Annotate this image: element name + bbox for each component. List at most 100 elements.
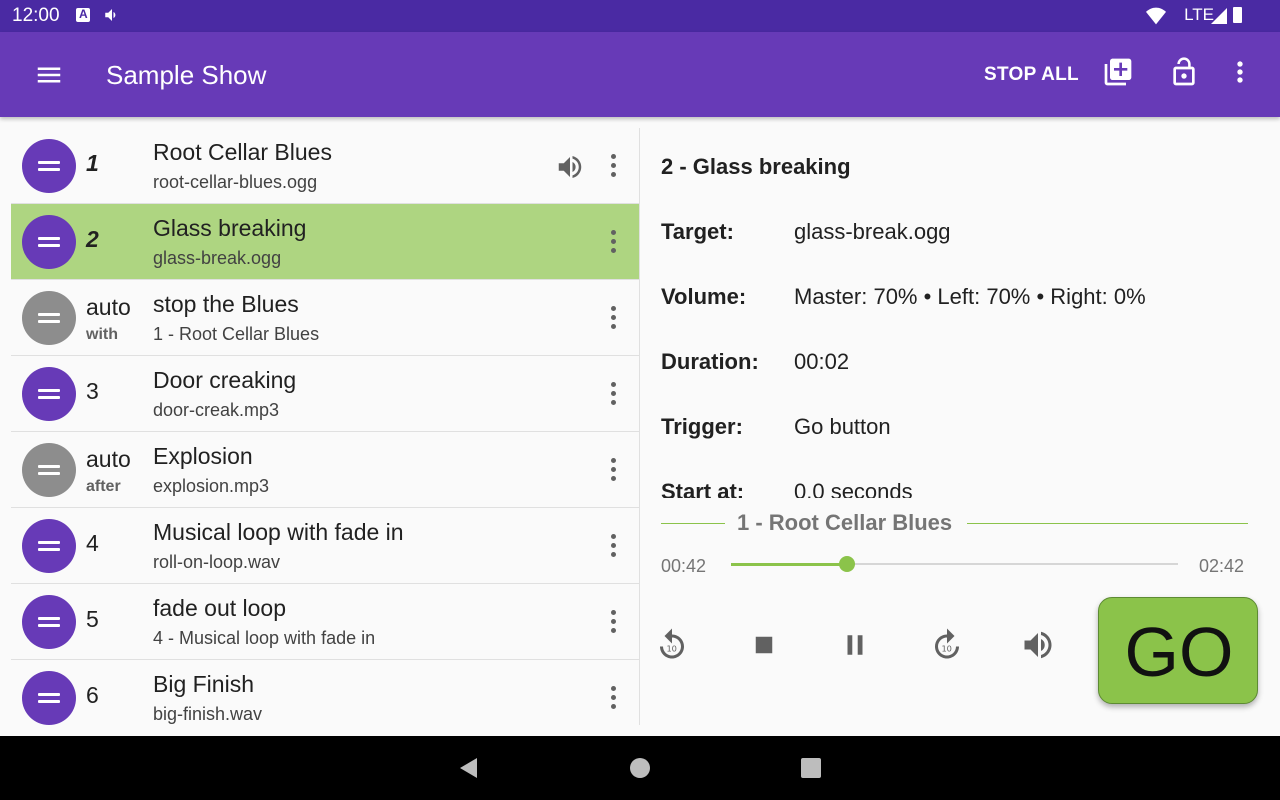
details-key: Trigger: [661, 414, 743, 439]
drag-handle-icon[interactable] [22, 291, 76, 345]
status-time: 12:00 [12, 5, 60, 26]
cue-file: big-finish.wav [153, 704, 263, 724]
drag-handle-icon[interactable] [22, 443, 76, 497]
unlocked-lock-icon[interactable] [1168, 56, 1204, 92]
cue-auto-mode: with [86, 326, 118, 343]
svg-text:10: 10 [941, 643, 952, 653]
details-key: Volume: [661, 284, 747, 309]
go-button[interactable]: GO [1098, 597, 1258, 704]
playing-volume-icon [558, 156, 582, 178]
cue-name: Door creaking [153, 367, 297, 393]
now-playing-header: 1 - Root Cellar Blues [661, 508, 1248, 538]
battery-icon [1233, 7, 1242, 23]
cue-row[interactable]: 3 Door creaking door-creak.mp3 [11, 356, 639, 432]
cue-menu-icon[interactable] [603, 606, 623, 638]
drag-handle-icon[interactable] [22, 519, 76, 573]
system-nav-bar [0, 736, 1280, 800]
cue-file: 4 - Musical loop with fade in [153, 628, 376, 648]
cue-row[interactable]: 4 Musical loop with fade in roll-on-loop… [11, 508, 639, 584]
cue-auto-label: auto [86, 446, 131, 472]
app-bar: Sample Show STOP ALL [0, 32, 1280, 117]
stop-all-button[interactable]: STOP ALL [984, 64, 1079, 86]
cue-number: 2 [86, 226, 99, 252]
cue-menu-icon[interactable] [603, 378, 623, 410]
pane-divider [639, 128, 640, 725]
cue-menu-icon[interactable] [603, 226, 623, 258]
recents-icon[interactable] [799, 756, 823, 780]
cue-auto-mode: after [86, 478, 121, 495]
drag-handle-icon[interactable] [22, 671, 76, 725]
cue-menu-icon[interactable] [603, 530, 623, 562]
cue-row[interactable]: 1 Root Cellar Blues root-cellar-blues.og… [11, 128, 639, 204]
seek-slider[interactable] [731, 556, 1178, 572]
cue-number: 5 [86, 606, 99, 632]
total-time: 02:42 [1199, 556, 1245, 576]
back-icon[interactable] [457, 756, 481, 780]
accessibility-notification-icon [76, 7, 90, 22]
volume-notification-icon [105, 9, 116, 21]
cue-menu-icon[interactable] [603, 454, 623, 486]
cue-number: 1 [86, 150, 99, 176]
cue-file: roll-on-loop.wav [153, 552, 281, 572]
cue-file: root-cellar-blues.ogg [153, 172, 318, 192]
cue-menu-icon[interactable] [603, 302, 623, 334]
cue-row[interactable]: 6 Big Finish big-finish.wav [11, 660, 639, 725]
details-key: Duration: [661, 349, 759, 374]
cue-number: 3 [86, 378, 99, 404]
seek-thumb[interactable] [839, 556, 855, 572]
cue-name: fade out loop [153, 595, 287, 621]
overflow-menu-icon[interactable] [1224, 56, 1260, 92]
drag-handle-icon[interactable] [22, 215, 76, 269]
stop-icon[interactable] [746, 627, 782, 663]
cue-auto-label: auto [86, 294, 131, 320]
details-key: Start at: [661, 479, 745, 498]
cue-name: stop the Blues [153, 291, 299, 317]
elapsed-time: 00:42 [661, 556, 707, 576]
cue-name: Explosion [153, 443, 253, 469]
cue-row[interactable]: auto with stop the Blues 1 - Root Cellar… [11, 280, 639, 356]
rewind-10-icon[interactable]: 10 [654, 627, 690, 663]
cue-number: 4 [86, 530, 99, 556]
cue-name: Root Cellar Blues [153, 139, 332, 165]
cue-row[interactable]: 2 Glass breaking glass-break.ogg [11, 204, 639, 280]
details-value: 0.0 seconds [794, 479, 913, 498]
details-title: 2 - Glass breaking [661, 154, 851, 179]
wifi-icon [1146, 7, 1166, 25]
cue-list: 1 Root Cellar Blues root-cellar-blues.og… [0, 128, 639, 725]
cue-file: explosion.mp3 [153, 476, 270, 496]
network-type: LTE [1184, 5, 1214, 24]
details-key: Target: [661, 219, 734, 244]
details-value: Master: 70% • Left: 70% • Right: 0% [794, 284, 1146, 309]
show-title: Sample Show [106, 60, 267, 90]
home-icon[interactable] [628, 756, 652, 780]
cue-row[interactable]: auto after Explosion explosion.mp3 [11, 432, 639, 508]
details-value: 00:02 [794, 349, 850, 374]
go-button-label: GO [1124, 613, 1234, 691]
hamburger-menu-icon[interactable] [28, 58, 68, 92]
drag-handle-icon[interactable] [22, 367, 76, 421]
cue-row[interactable]: 5 fade out loop 4 - Musical loop with fa… [11, 584, 639, 660]
cue-name: Big Finish [153, 671, 254, 697]
svg-text:10: 10 [666, 643, 677, 653]
cue-menu-icon[interactable] [603, 150, 623, 182]
forward-10-icon[interactable]: 10 [929, 627, 965, 663]
add-cue-icon[interactable] [1102, 56, 1138, 92]
signal-icon [1211, 8, 1227, 24]
now-playing-title: 1 - Root Cellar Blues [737, 510, 953, 535]
drag-handle-icon[interactable] [22, 139, 76, 193]
cue-details: 2 - Glass breaking Target: glass-break.o… [661, 128, 1261, 498]
drag-handle-icon[interactable] [22, 595, 76, 649]
status-bar: 12:00 LTE [0, 0, 1280, 32]
cue-menu-icon[interactable] [603, 682, 623, 714]
cue-name: Musical loop with fade in [153, 519, 404, 545]
cue-file: glass-break.ogg [153, 248, 282, 268]
seek-progress [731, 563, 847, 566]
details-value: glass-break.ogg [794, 219, 951, 244]
volume-icon[interactable] [1020, 627, 1056, 663]
cue-number: 6 [86, 682, 99, 708]
pause-icon[interactable] [837, 627, 873, 663]
cue-file: 1 - Root Cellar Blues [153, 324, 320, 344]
details-value: Go button [794, 414, 891, 439]
cue-name: Glass breaking [153, 215, 307, 241]
cue-file: door-creak.mp3 [153, 400, 280, 420]
